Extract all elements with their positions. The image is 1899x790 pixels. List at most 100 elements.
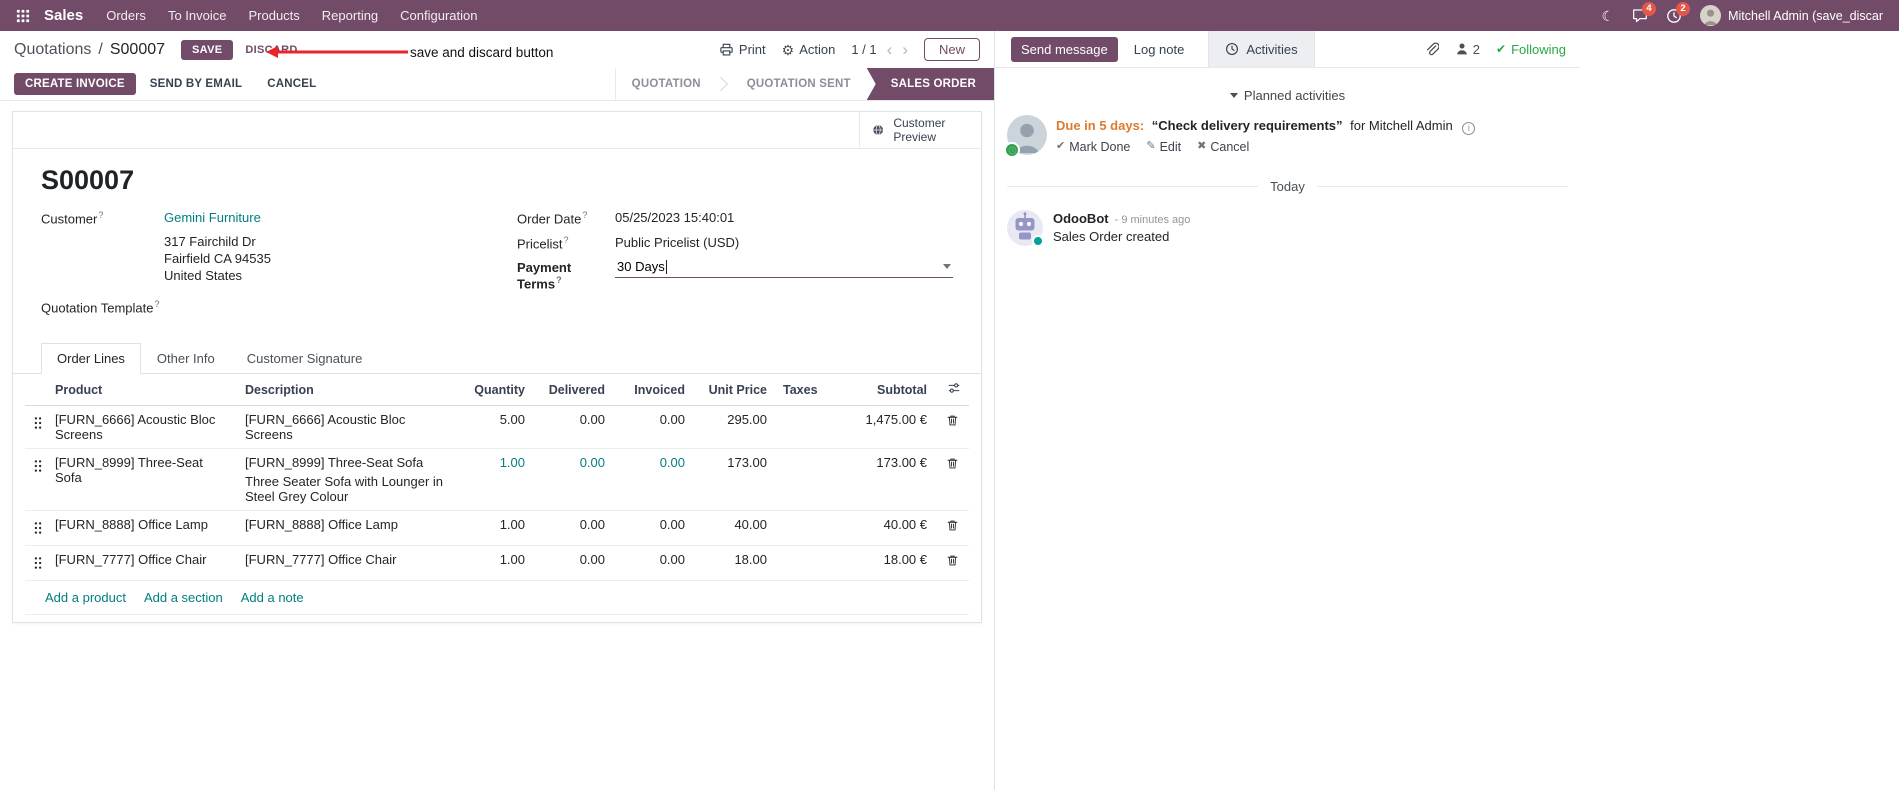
cell-description[interactable]: [FURN_8888] Office Lamp (237, 510, 461, 546)
send-message-button[interactable]: Send message (1011, 36, 1118, 62)
delete-row-button[interactable] (935, 405, 969, 449)
drag-handle[interactable] (25, 448, 47, 511)
cell-product[interactable]: [FURN_8888] Office Lamp (47, 510, 237, 546)
add-product-link[interactable]: Add a product (45, 590, 126, 605)
cell-quantity[interactable]: 1.00 (461, 545, 533, 581)
action-button[interactable]: ⚙ Action (782, 42, 836, 57)
breadcrumb-quotations[interactable]: Quotations (14, 41, 91, 59)
cell-taxes[interactable] (775, 545, 839, 581)
apps-grid-icon (16, 9, 30, 23)
drag-handle[interactable] (25, 510, 47, 546)
tab-other-info[interactable]: Other Info (141, 343, 231, 374)
info-icon[interactable]: i (1462, 121, 1476, 135)
step-quotation[interactable]: QUOTATION (616, 68, 717, 100)
control-panel: Quotations / S00007 SAVE DISCARD Print ⚙… (0, 31, 994, 68)
new-button[interactable]: New (923, 38, 980, 61)
menu-to-invoice[interactable]: To Invoice (157, 0, 238, 31)
payment-terms-field[interactable]: 30 Days (615, 258, 953, 278)
drag-handle[interactable] (25, 545, 47, 581)
step-sales-order[interactable]: SALES ORDER (866, 68, 994, 100)
send-by-email-button[interactable]: SEND BY EMAIL (139, 73, 253, 95)
menu-configuration[interactable]: Configuration (389, 0, 488, 31)
menu-products[interactable]: Products (237, 0, 310, 31)
cancel-activity-button[interactable]: ✖ Cancel (1197, 140, 1249, 154)
cell-description[interactable]: [FURN_8999] Three-Seat Sofa Three Seater… (237, 448, 461, 511)
cell-quantity[interactable]: 5.00 (461, 405, 533, 449)
order-date-field[interactable]: 05/25/2023 15:40:01 (615, 208, 734, 225)
breadcrumb: Quotations / S00007 SAVE DISCARD (14, 39, 298, 60)
activities-count-badge: 2 (1676, 1, 1691, 16)
table-header-row: Product Description Quantity Delivered I… (25, 374, 969, 406)
log-note-button[interactable]: Log note (1126, 37, 1193, 62)
pager-next-icon[interactable]: › (902, 41, 908, 58)
attachments-button[interactable] (1423, 41, 1439, 57)
create-invoice-button[interactable]: CREATE INVOICE (14, 73, 136, 95)
pager-count[interactable]: 1 / 1 (851, 42, 876, 57)
cell-taxes[interactable] (775, 510, 839, 546)
edit-activity-button[interactable]: ✎ Edit (1146, 140, 1181, 154)
cell-product[interactable]: [FURN_7777] Office Chair (47, 545, 237, 581)
cancel-button[interactable]: CANCEL (256, 73, 327, 95)
customer-value[interactable]: Gemini Furniture (164, 208, 261, 225)
activities-menu[interactable]: 2 (1666, 1, 1691, 24)
date-divider-label: Today (1270, 179, 1305, 194)
help-marker: ? (582, 210, 588, 220)
cell-product[interactable]: [FURN_6666] Acoustic Bloc Screens (47, 405, 237, 449)
discard-button[interactable]: DISCARD (245, 44, 297, 56)
followers-button[interactable]: 2 (1455, 42, 1480, 57)
menu-orders[interactable]: Orders (95, 0, 157, 31)
customer-preview-label: Customer Preview (893, 115, 946, 144)
cell-quantity[interactable]: 1.00 (461, 448, 533, 511)
add-section-link[interactable]: Add a section (144, 590, 223, 605)
drag-dots-icon (33, 555, 43, 571)
cross-icon: ✖ (1197, 140, 1207, 153)
pager-previous-icon[interactable]: ‹ (887, 41, 893, 58)
print-button[interactable]: Print (719, 42, 766, 57)
cell-taxes[interactable] (775, 405, 839, 449)
app-brand[interactable]: Sales (44, 7, 83, 24)
planned-activities-header[interactable]: Planned activities (995, 88, 1580, 103)
following-button[interactable]: ✔ Following (1496, 42, 1566, 57)
save-button[interactable]: SAVE (181, 39, 234, 60)
cell-taxes[interactable] (775, 448, 839, 511)
drag-dots-icon (33, 520, 43, 536)
step-quotation-sent[interactable]: QUOTATION SENT (731, 68, 867, 100)
check-icon: ✔ (1496, 42, 1507, 56)
cell-unit-price[interactable]: 18.00 (693, 545, 775, 581)
cell-description[interactable]: [FURN_7777] Office Chair (237, 545, 461, 581)
print-label: Print (738, 42, 766, 57)
messages-count-badge: 4 (1642, 1, 1657, 16)
right-field-group: Order Date? 05/25/2023 15:40:01 Pricelis… (517, 208, 953, 321)
user-menu[interactable]: Mitchell Admin (save_discar (1700, 5, 1883, 26)
activities-label: Activities (1246, 41, 1298, 57)
tab-customer-signature[interactable]: Customer Signature (231, 343, 379, 374)
drag-handle[interactable] (25, 405, 47, 449)
mark-done-button[interactable]: ✔ Mark Done (1056, 140, 1130, 154)
cell-unit-price[interactable]: 295.00 (693, 405, 775, 449)
cell-invoiced: 0.00 (613, 405, 693, 449)
pricelist-field[interactable]: Public Pricelist (USD) (615, 233, 739, 250)
table-row: [FURN_6666] Acoustic Bloc Screens [FURN_… (25, 405, 969, 449)
delete-row-button[interactable] (935, 448, 969, 511)
tab-order-lines[interactable]: Order Lines (41, 343, 141, 374)
apps-menu-button[interactable] (10, 9, 36, 23)
quotation-template-label: Quotation Template? (41, 299, 160, 316)
activities-tab[interactable]: Activities (1208, 31, 1315, 67)
delete-row-button[interactable] (935, 510, 969, 546)
dark-mode-toggle[interactable]: ☾ (1602, 9, 1615, 23)
delete-row-button[interactable] (935, 545, 969, 581)
cell-unit-price[interactable]: 40.00 (693, 510, 775, 546)
cell-description[interactable]: [FURN_6666] Acoustic Bloc Screens (237, 405, 461, 449)
col-subtotal: Subtotal (839, 374, 935, 406)
user-avatar (1700, 5, 1722, 26)
optional-columns-button[interactable] (935, 374, 969, 406)
dropdown-caret-icon[interactable] (943, 264, 951, 269)
cell-unit-price[interactable]: 173.00 (693, 448, 775, 511)
cell-product[interactable]: [FURN_8999] Three-Seat Sofa (47, 448, 237, 511)
message-author[interactable]: OdooBot (1053, 211, 1109, 226)
customer-preview-button[interactable]: Customer Preview (859, 112, 981, 148)
messages-menu[interactable]: 4 (1632, 1, 1657, 24)
add-note-link[interactable]: Add a note (241, 590, 304, 605)
menu-reporting[interactable]: Reporting (311, 0, 389, 31)
cell-quantity[interactable]: 1.00 (461, 510, 533, 546)
